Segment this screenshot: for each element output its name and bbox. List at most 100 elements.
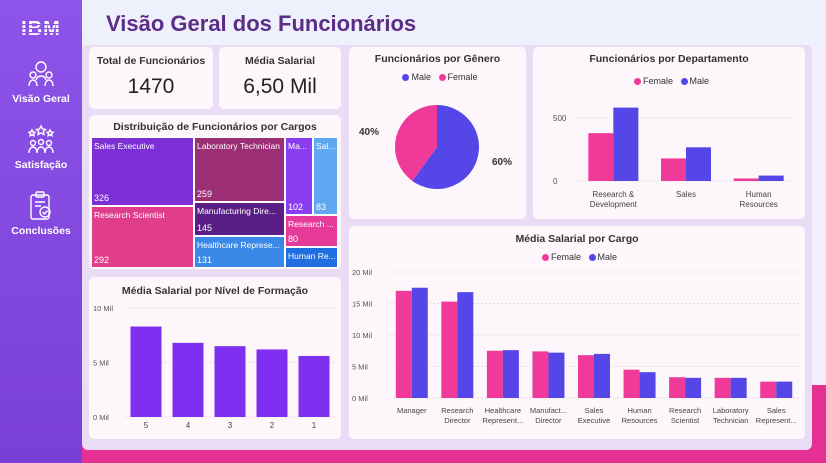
y-tick-label: 15 Mil — [352, 300, 372, 309]
bar-male[interactable] — [758, 175, 784, 181]
treemap-cell-research-scientist[interactable]: Research Scientist 292 — [91, 206, 194, 268]
gender-chart-card[interactable]: Funcionários por Gênero Male Female 40% … — [349, 47, 526, 219]
bar-male[interactable] — [686, 147, 711, 181]
y-tick-label: 10 Mil — [93, 304, 113, 313]
x-tick-label: Research — [441, 406, 473, 415]
treemap-cell-sales-executive[interactable]: Sales Executive 326 — [91, 137, 194, 206]
treemap-label: Laboratory Technician — [197, 141, 281, 151]
bar-female[interactable] — [532, 351, 549, 398]
treemap-cell-human-resources[interactable]: Human Re... — [285, 247, 338, 268]
treemap-label: Healthcare Represe... — [197, 240, 280, 250]
x-tick-label: Sales — [676, 190, 696, 199]
clipboard-check-icon — [30, 191, 51, 220]
x-tick-label: Sales — [767, 406, 786, 415]
bar-education-5[interactable] — [130, 326, 162, 417]
bar-male[interactable] — [639, 372, 656, 398]
bar-male[interactable] — [730, 377, 747, 398]
department-chart-card[interactable]: Funcionários por Departamento Female Mal… — [533, 47, 805, 219]
nav-satisfacao[interactable]: Satisfação — [0, 124, 82, 171]
bar-male[interactable] — [411, 287, 428, 398]
bar-male[interactable] — [613, 107, 639, 181]
pie-label-male: 60% — [492, 157, 512, 168]
nav-label: Satisfação — [14, 159, 68, 171]
treemap-value: 259 — [197, 189, 213, 199]
treemap-label: Research ... — [288, 219, 334, 229]
x-tick-label: 3 — [228, 421, 233, 430]
treemap-label: Ma... — [288, 141, 307, 151]
kpi-value: 6,50 Mil — [243, 75, 317, 98]
x-tick-label: Scientist — [671, 416, 700, 425]
bar-male[interactable] — [548, 352, 565, 398]
sidebar: IBM Visão Geral Satisfação Conclusões — [0, 0, 82, 463]
department-bar-chart: 0 500 Research &Development Sales HumanResou… — [553, 107, 795, 209]
nav-visao-geral[interactable]: Visão Geral — [0, 58, 82, 105]
role-salary-bar-chart: 0 Mil 5 Mil 10 Mil 15 Mil 20 Mil Manager Resea… — [352, 268, 799, 425]
treemap-label: Manufacturing Dire... — [197, 206, 276, 216]
nav-conclusoes[interactable]: Conclusões — [0, 190, 82, 237]
bar-female[interactable] — [588, 133, 614, 181]
bar-male[interactable] — [457, 292, 474, 398]
treemap-value: 102 — [288, 202, 304, 212]
bar-education-1[interactable] — [298, 355, 330, 417]
y-tick-label: 20 Mil — [352, 268, 372, 277]
bar-female[interactable] — [441, 301, 458, 398]
treemap-cell-manufacturing-director[interactable]: Manufacturing Dire... 145 — [194, 202, 285, 236]
people-overview-icon — [28, 61, 54, 87]
bar-female[interactable] — [578, 355, 594, 398]
education-bar-chart: 0 Mil 5 Mil 10 Mil 5 4 3 2 1 — [93, 304, 335, 430]
y-tick-label: 5 Mil — [93, 359, 109, 368]
bar-male[interactable] — [594, 353, 610, 398]
treemap-cell-research-director[interactable]: Research ... 80 — [285, 215, 338, 247]
bar-female[interactable] — [661, 158, 686, 181]
treemap-value: 131 — [197, 255, 213, 265]
x-tick-label: Research — [669, 406, 701, 415]
x-tick-label: Laboratory — [713, 406, 749, 415]
treemap-cell-healthcare-representative[interactable]: Healthcare Represe... 131 — [194, 236, 285, 268]
x-tick-label: Human — [746, 190, 772, 199]
treemap-value: 145 — [197, 223, 213, 233]
x-tick-label: Director — [535, 416, 562, 425]
bar-female[interactable] — [623, 369, 640, 398]
bar-education-4[interactable] — [172, 342, 204, 417]
x-tick-label: Technician — [713, 416, 748, 425]
bar-female[interactable] — [395, 290, 412, 398]
bar-male[interactable] — [685, 377, 702, 398]
x-tick-label: Director — [444, 416, 471, 425]
x-tick-label: Research & — [592, 190, 634, 199]
treemap-value: 326 — [94, 193, 110, 203]
x-tick-label: Development — [590, 200, 638, 209]
bar-female[interactable] — [733, 178, 759, 181]
treemap-label: Research Scientist — [94, 210, 165, 220]
role-salary-chart-card[interactable]: Média Salarial por Cargo Female Male 0 M… — [349, 226, 805, 439]
treemap-cell-laboratory-technician[interactable]: Laboratory Technician 259 — [194, 137, 285, 202]
y-tick-label: 0 — [553, 177, 558, 186]
bar-female[interactable] — [760, 381, 777, 398]
kpi-total-card[interactable]: Total de Funcionários 1470 — [89, 47, 213, 109]
education-chart-card[interactable]: Média Salarial por Nível de Formação 0 M… — [89, 277, 341, 439]
treemap-label: Sales Executive — [94, 141, 155, 151]
treemap-cell-manager[interactable]: Ma... 102 — [285, 137, 313, 215]
treemap-cell-sales-representative[interactable]: Sal... 83 — [313, 137, 338, 215]
x-tick-label: Resources — [622, 416, 658, 425]
y-tick-label: 0 Mil — [352, 394, 368, 403]
x-tick-label: Manufact... — [530, 406, 567, 415]
ibm-logo-icon: IBM — [14, 18, 68, 40]
nav-label: Visão Geral — [12, 93, 70, 105]
bar-male[interactable] — [776, 381, 793, 398]
x-tick-label: Represent... — [756, 416, 797, 425]
bar-female[interactable] — [669, 377, 686, 398]
x-tick-label: Human — [627, 406, 651, 415]
treemap-card[interactable]: Distribuição de Funcionários por Cargos … — [89, 115, 341, 269]
y-tick-label: 0 Mil — [93, 413, 109, 422]
x-tick-label: 5 — [144, 421, 149, 430]
bar-female[interactable] — [714, 377, 731, 398]
bar-education-2[interactable] — [256, 349, 288, 417]
bar-female[interactable] — [486, 350, 503, 398]
kpi-value: 1470 — [127, 75, 175, 98]
bar-male[interactable] — [502, 350, 519, 398]
treemap-label: Sal... — [316, 141, 336, 151]
x-tick-label: Executive — [578, 416, 611, 425]
bar-education-3[interactable] — [214, 346, 246, 417]
kpi-salary-card[interactable]: Média Salarial 6,50 Mil — [219, 47, 341, 109]
y-tick-label: 5 Mil — [352, 363, 368, 372]
